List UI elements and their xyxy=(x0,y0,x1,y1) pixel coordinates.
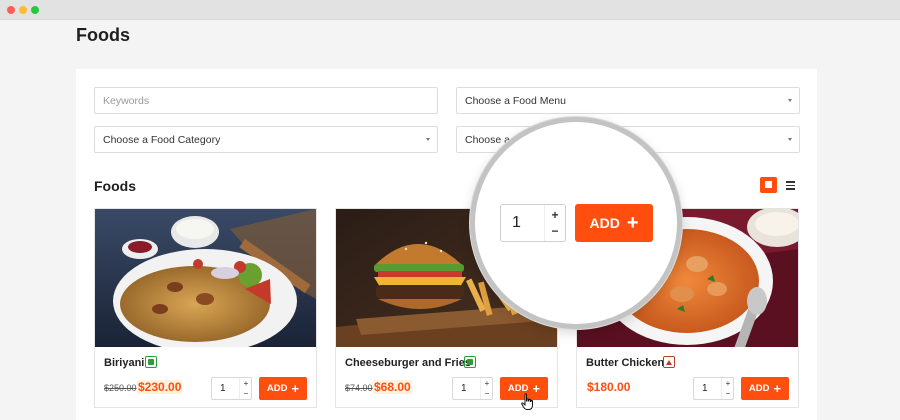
magnifier-lens: 1 + − ADD + xyxy=(470,117,682,329)
increment-icon[interactable]: + xyxy=(723,379,733,388)
plus-icon: + xyxy=(532,380,541,396)
keywords-field[interactable] xyxy=(94,87,438,114)
keywords-input[interactable] xyxy=(103,94,437,107)
magnified-quantity-value[interactable]: 1 xyxy=(512,214,521,232)
close-window-button[interactable] xyxy=(7,6,15,14)
old-price: $250.00 xyxy=(104,383,137,393)
increment-icon[interactable]: + xyxy=(482,379,492,388)
quantity-value[interactable]: 1 xyxy=(220,383,226,394)
plus-icon: + xyxy=(291,380,300,396)
chevron-down-icon xyxy=(788,138,792,141)
non-veg-icon xyxy=(663,356,675,368)
grid-view-button[interactable] xyxy=(760,177,777,193)
plus-icon: + xyxy=(773,380,782,396)
quantity-value[interactable]: 1 xyxy=(461,383,467,394)
quantity-stepper[interactable]: 1 + − xyxy=(693,377,734,400)
price: $230.00 xyxy=(137,380,183,394)
food-category-select[interactable]: Choose a Food Category xyxy=(94,126,438,153)
add-button-label: ADD xyxy=(748,383,770,394)
list-view-button[interactable] xyxy=(782,177,799,193)
plus-icon: + xyxy=(626,212,639,234)
price: $68.00 xyxy=(373,380,412,394)
add-to-cart-button[interactable]: ADD + xyxy=(259,377,307,400)
quantity-stepper[interactable]: 1 + − xyxy=(211,377,252,400)
food-menu-select[interactable]: Choose a Food Menu xyxy=(456,87,800,114)
window-titlebar xyxy=(0,0,900,20)
increment-icon[interactable]: + xyxy=(241,379,251,388)
food-name[interactable]: Cheeseburger and Fries xyxy=(345,357,471,369)
veg-icon xyxy=(145,356,157,368)
food-name[interactable]: Biriyani xyxy=(104,357,144,369)
chevron-down-icon xyxy=(426,138,430,141)
magnified-add-label: ADD xyxy=(589,215,620,231)
quantity-stepper[interactable]: 1 + − xyxy=(452,377,493,400)
increment-icon[interactable]: + xyxy=(546,208,564,222)
chevron-down-icon xyxy=(788,99,792,102)
quantity-value[interactable]: 1 xyxy=(702,383,708,394)
price: $180.00 xyxy=(587,380,631,394)
add-to-cart-button[interactable]: ADD + xyxy=(741,377,789,400)
magnified-add-button[interactable]: ADD + xyxy=(575,204,653,242)
food-menu-select-value: Choose a Food Menu xyxy=(465,94,566,107)
food-category-select-value: Choose a Food Category xyxy=(103,133,221,146)
decrement-icon[interactable]: − xyxy=(482,389,492,398)
decrement-icon[interactable]: − xyxy=(546,224,564,238)
hand-pointer-cursor-icon xyxy=(521,393,533,410)
minimize-window-button[interactable] xyxy=(19,6,27,14)
decrement-icon[interactable]: − xyxy=(723,389,733,398)
decrement-icon[interactable]: − xyxy=(241,389,251,398)
add-button-label: ADD xyxy=(266,383,288,394)
food-card: Biriyani $250.00 $230.00 1 + − ADD + xyxy=(94,208,317,408)
section-title: Foods xyxy=(94,178,136,194)
food-name[interactable]: Butter Chicken xyxy=(586,357,664,369)
maximize-window-button[interactable] xyxy=(31,6,39,14)
veg-icon xyxy=(464,356,476,368)
old-price: $74.00 xyxy=(345,383,373,393)
biriyani-image xyxy=(95,209,316,347)
magnified-quantity-stepper[interactable]: 1 + − xyxy=(500,204,566,242)
page-title: Foods xyxy=(76,25,130,45)
